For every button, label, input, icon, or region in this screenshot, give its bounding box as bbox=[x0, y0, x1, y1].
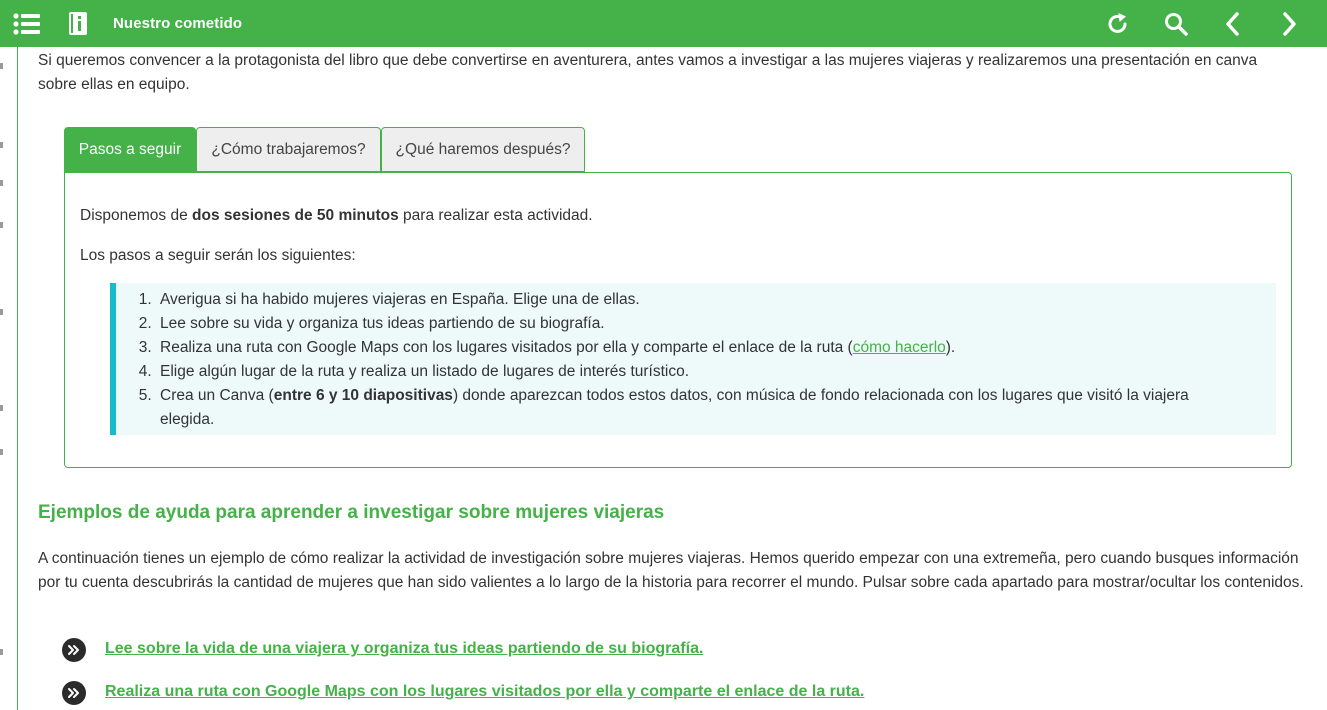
step-item: Crea un Canva (entre 6 y 10 diapositivas… bbox=[156, 384, 1236, 432]
section-heading: Ejemplos de ayuda para aprender a invest… bbox=[38, 502, 665, 523]
menu-icon[interactable] bbox=[12, 11, 42, 37]
step-item: Elige algún lugar de la ruta y realiza u… bbox=[156, 360, 1236, 384]
step-item: Averigua si ha habido mujeres viajeras e… bbox=[156, 288, 1236, 312]
steps-intro: Los pasos a seguir serán los siguientes: bbox=[80, 247, 356, 264]
search-icon[interactable] bbox=[1162, 10, 1190, 38]
left-sidebar-edge[interactable] bbox=[0, 47, 18, 710]
intro-paragraph: Si queremos convencer a la protagonista … bbox=[38, 52, 1258, 93]
sessions-duration: dos sesiones de 50 minutos bbox=[192, 207, 399, 224]
reload-icon[interactable] bbox=[1104, 10, 1132, 38]
como-hacerlo-link[interactable]: cómo hacerlo bbox=[853, 339, 946, 356]
chevron-left-icon[interactable] bbox=[1219, 10, 1247, 38]
toggle-label[interactable]: Realiza una ruta con Google Maps con los… bbox=[105, 683, 864, 701]
double-chevron-right-icon bbox=[62, 638, 86, 662]
book-info-icon[interactable] bbox=[66, 11, 90, 37]
tab-como-trabajaremos[interactable]: ¿Cómo trabajaremos? bbox=[196, 127, 381, 172]
tab-que-haremos-despues[interactable]: ¿Qué haremos después? bbox=[381, 127, 585, 172]
top-navigation-bar: Nuestro cometido bbox=[0, 0, 1327, 47]
step-item: Lee sobre su vida y organiza tus ideas p… bbox=[156, 312, 1236, 336]
steps-list: Averigua si ha habido mujeres viajeras e… bbox=[156, 288, 1236, 432]
tab-pasos-a-seguir[interactable]: Pasos a seguir bbox=[64, 127, 196, 172]
toggle-label[interactable]: Lee sobre la vida de una viajera y organ… bbox=[105, 640, 703, 658]
sessions-text: Disponemos de dos sesiones de 50 minutos… bbox=[80, 207, 593, 224]
page-title: Nuestro cometido bbox=[113, 15, 243, 32]
step-item: Realiza una ruta con Google Maps con los… bbox=[156, 336, 1236, 360]
double-chevron-right-icon bbox=[62, 681, 86, 705]
section-paragraph: A continuación tienes un ejemplo de cómo… bbox=[38, 550, 1304, 591]
steps-box: Averigua si ha habido mujeres viajeras e… bbox=[110, 283, 1276, 435]
tab-panel-pasos: Disponemos de dos sesiones de 50 minutos… bbox=[64, 172, 1292, 468]
chevron-right-icon[interactable] bbox=[1275, 10, 1303, 38]
